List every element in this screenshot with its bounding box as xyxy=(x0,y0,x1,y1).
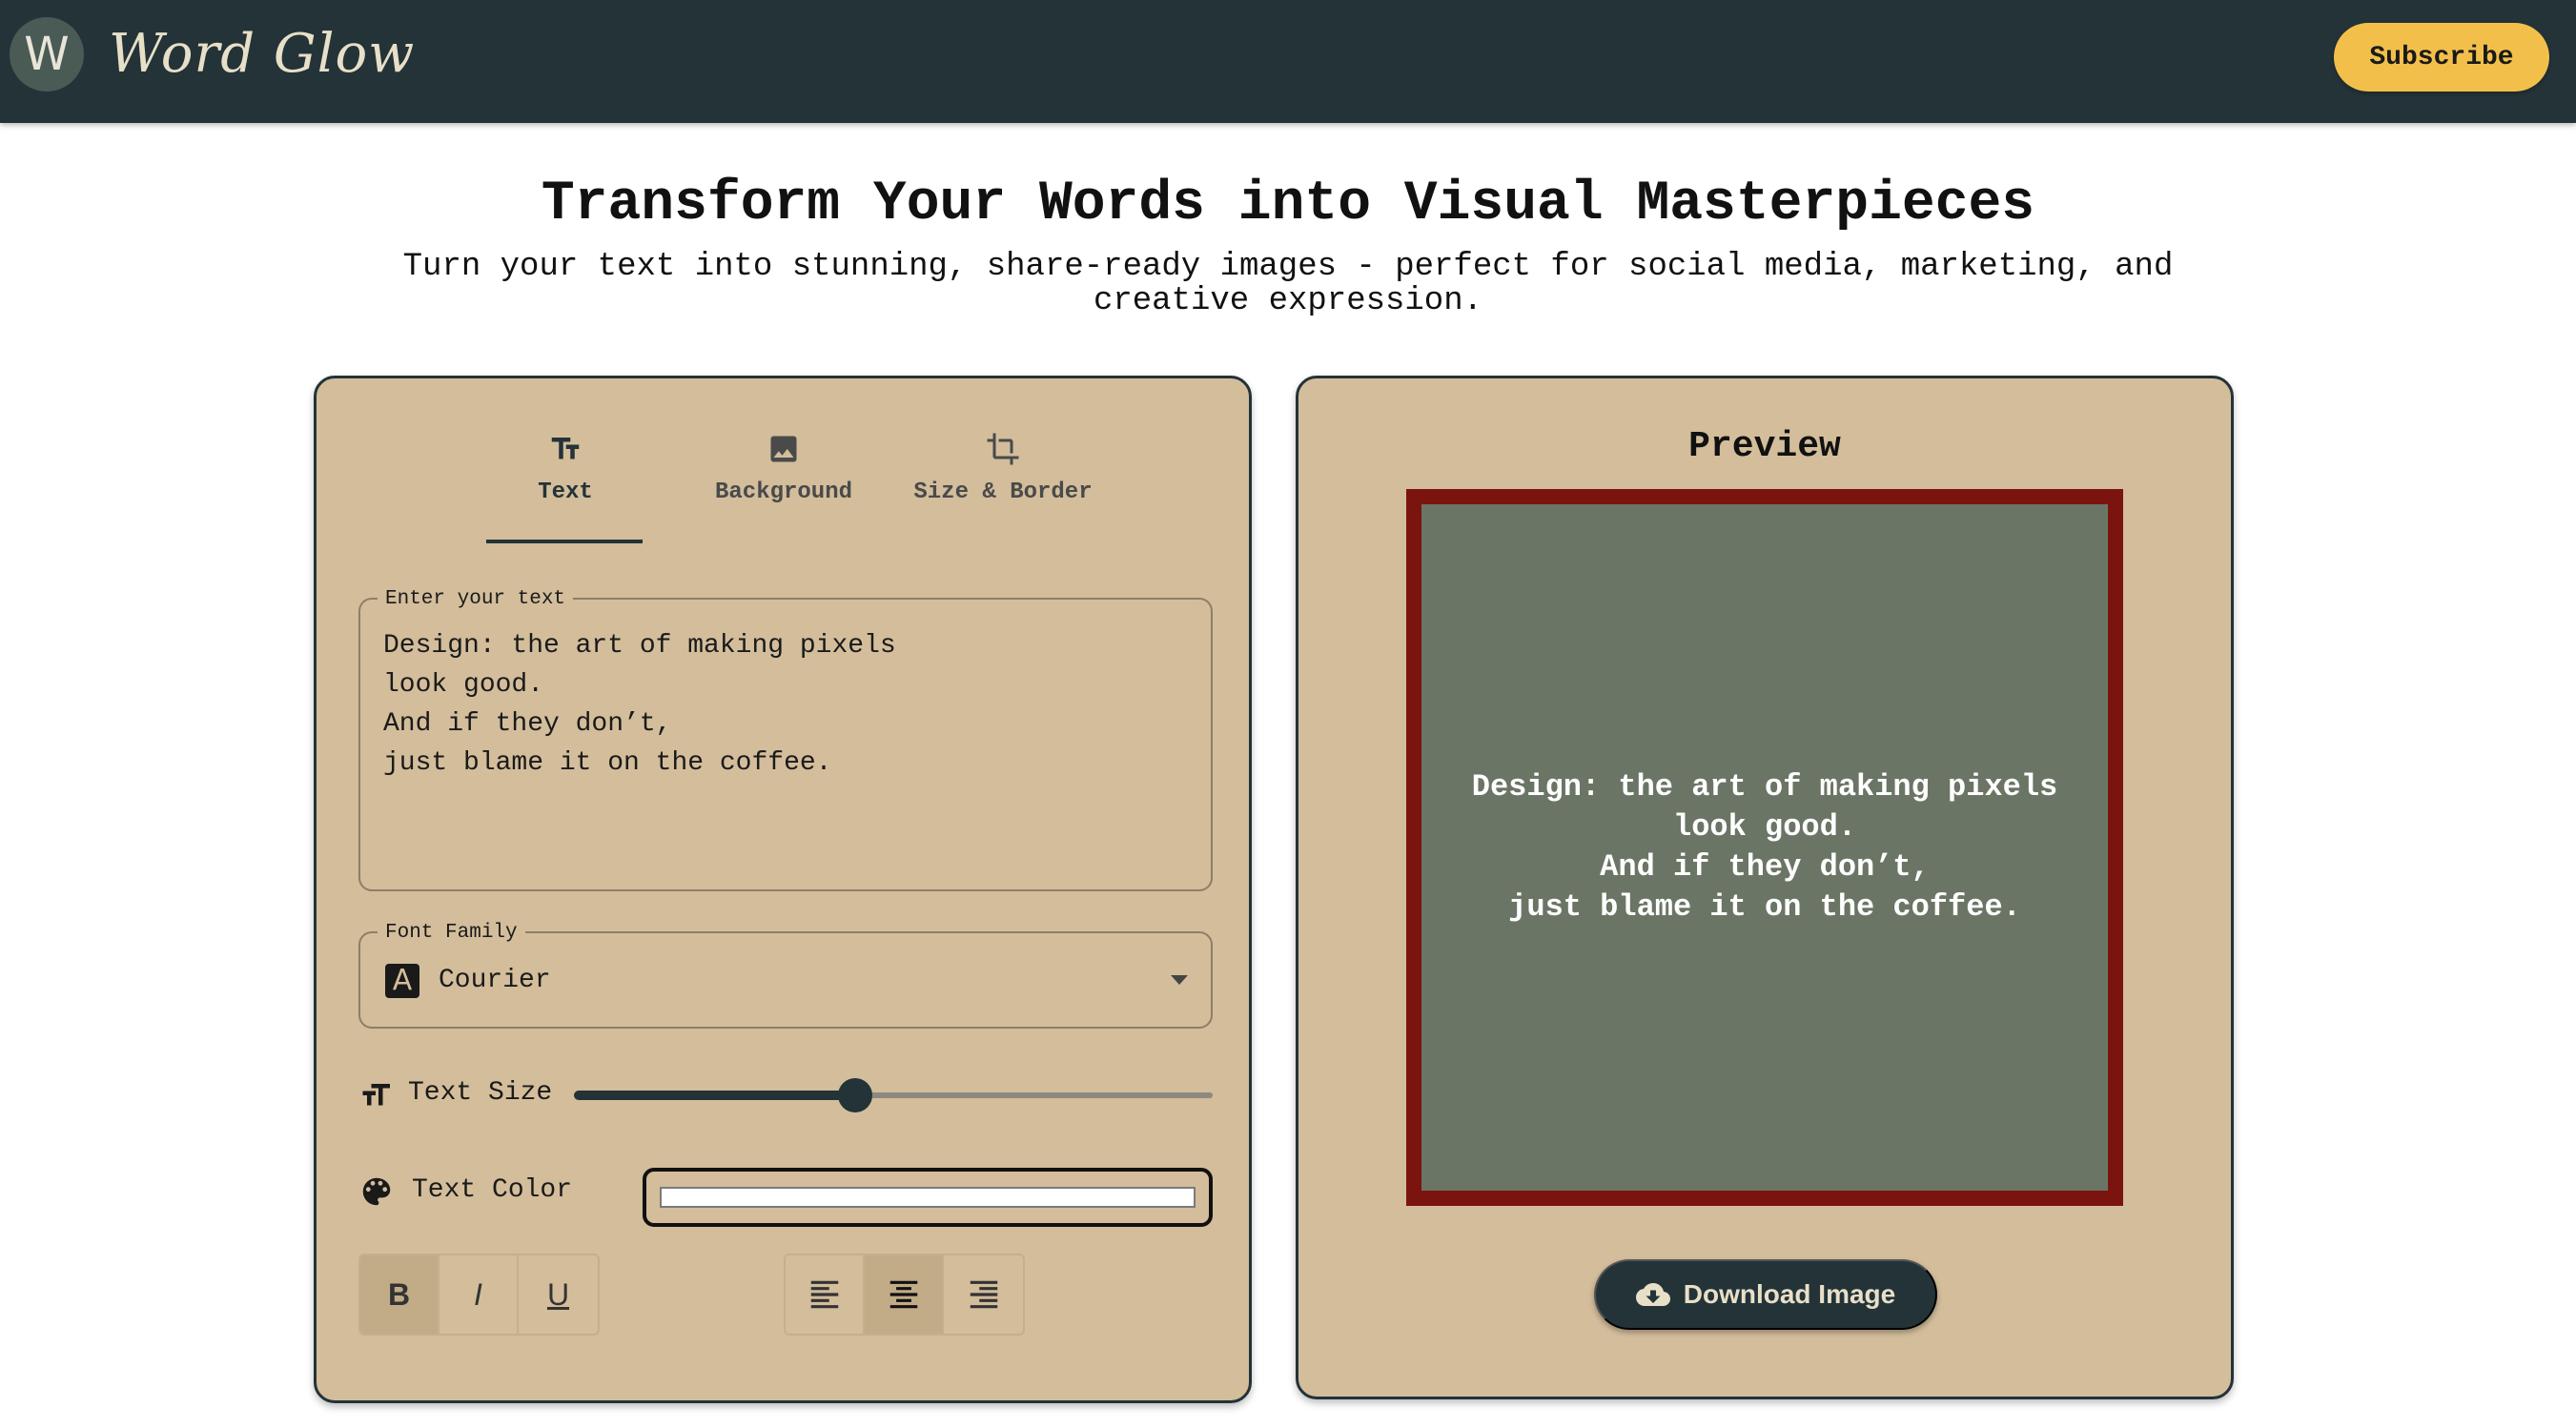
text-size-icon xyxy=(362,1084,390,1106)
download-label: Download Image xyxy=(1683,1279,1896,1309)
align-right-button[interactable] xyxy=(944,1255,1023,1334)
tab-label-size-border: Size & Border xyxy=(913,479,1093,505)
cloud-download-icon xyxy=(1635,1283,1670,1306)
align-center-button[interactable] xyxy=(865,1255,944,1334)
text-align-group xyxy=(784,1254,1025,1336)
palette-icon xyxy=(362,1177,391,1206)
text-fields-icon xyxy=(551,438,580,459)
page-title: Transform Your Words into Visual Masterp… xyxy=(541,173,2035,235)
tab-size-border[interactable]: Size & Border xyxy=(860,432,1146,505)
text-color-swatch xyxy=(660,1187,1196,1208)
page-subtitle: Turn your text into stunning, share-read… xyxy=(402,249,2174,319)
italic-button[interactable]: I xyxy=(440,1255,519,1334)
text-color-label: Text Color xyxy=(412,1175,573,1205)
align-center-icon xyxy=(889,1280,917,1309)
text-size-slider-thumb[interactable] xyxy=(837,1078,872,1112)
image-icon xyxy=(770,436,797,462)
text-field-legend: Enter your text xyxy=(378,588,574,610)
align-left-button[interactable] xyxy=(786,1255,865,1334)
font-family-value: Courier xyxy=(439,966,551,995)
preview-title: Preview xyxy=(1688,426,1841,467)
text-size-label: Text Size xyxy=(408,1078,553,1108)
bold-button[interactable]: B xyxy=(360,1255,440,1334)
underline-icon: U xyxy=(546,1276,570,1312)
subscribe-button[interactable]: Subscribe xyxy=(2334,23,2549,92)
align-right-icon xyxy=(970,1280,997,1309)
preview-text: Design: the art of making pixels look go… xyxy=(1471,769,2058,925)
font-icon: A xyxy=(385,964,419,998)
logo-avatar: W xyxy=(10,17,84,92)
download-image-button[interactable]: Download Image xyxy=(1594,1259,1937,1330)
tab-label-background: Background xyxy=(714,479,853,505)
text-input-field[interactable]: Enter your text Design: the art of makin… xyxy=(358,588,1213,891)
editor-panel: Text Background Size & Border Enter your… xyxy=(314,376,1252,1403)
align-left-icon xyxy=(810,1280,838,1309)
text-color-picker[interactable] xyxy=(643,1168,1213,1227)
bold-icon: B xyxy=(387,1276,411,1312)
text-format-group: B I U xyxy=(358,1254,600,1336)
tab-label-text: Text xyxy=(538,479,593,505)
font-family-legend: Font Family xyxy=(378,922,525,944)
crop-icon xyxy=(987,433,1019,465)
italic-icon: I xyxy=(474,1276,482,1312)
active-tab-indicator xyxy=(486,540,643,543)
font-family-select[interactable]: Font Family A Courier xyxy=(358,922,1213,1029)
text-textarea[interactable]: Design: the art of making pixels look go… xyxy=(383,626,1184,783)
app-title: Word Glow xyxy=(109,23,416,85)
tab-text[interactable]: Text xyxy=(488,432,643,505)
preview-canvas: Design: the art of making pixels look go… xyxy=(1406,489,2123,1206)
chevron-down-icon xyxy=(1171,975,1188,985)
underline-button[interactable]: U xyxy=(519,1255,598,1334)
preview-panel: Preview Design: the art of making pixels… xyxy=(1296,376,2234,1399)
top-app-bar: W Word Glow Subscribe xyxy=(0,0,2576,123)
text-size-slider-fill xyxy=(574,1091,855,1100)
